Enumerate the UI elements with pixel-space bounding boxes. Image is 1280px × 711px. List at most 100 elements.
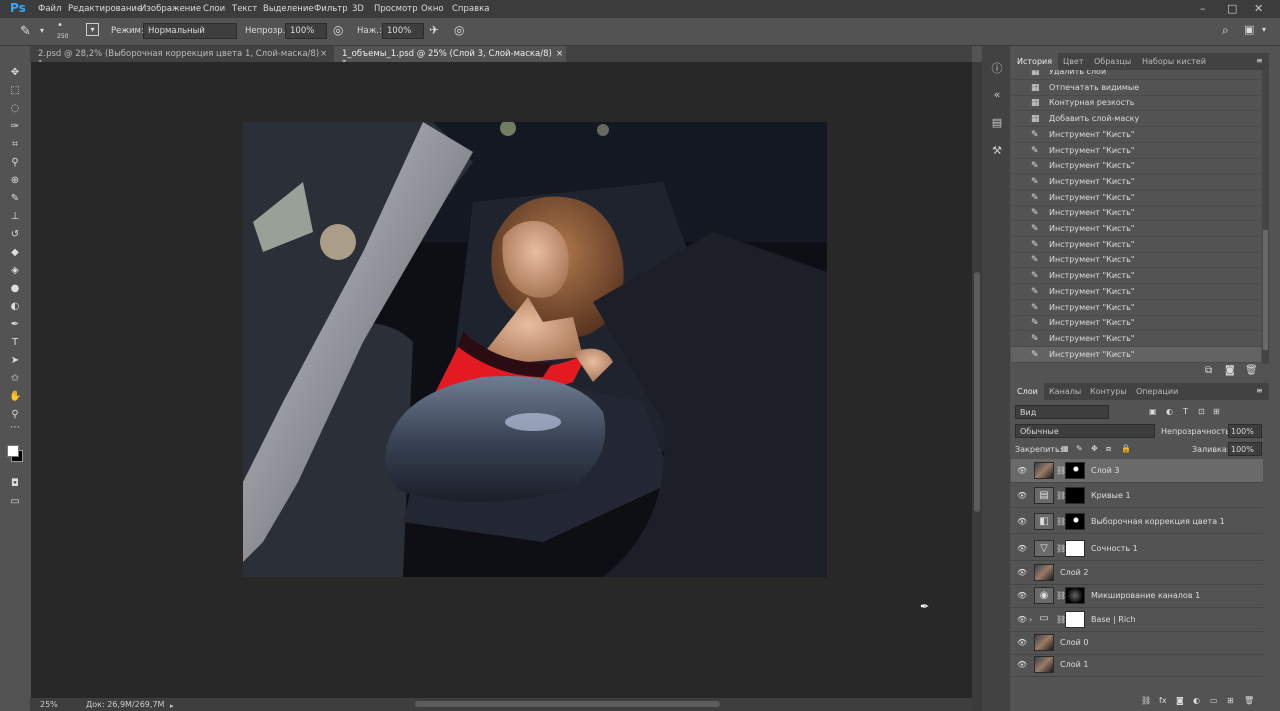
pressure-opacity-icon[interactable]: ◎: [333, 23, 343, 37]
history-state[interactable]: ✎ Инструмент "Кисть": [1011, 237, 1261, 253]
blend-mode-select[interactable]: Обычные: [1015, 424, 1155, 438]
new-group-icon[interactable]: ▭: [1210, 696, 1218, 705]
foreground-color-swatch[interactable]: [7, 445, 19, 457]
history-state[interactable]: ✎ Инструмент "Кисть": [1011, 190, 1261, 206]
lasso-tool-icon[interactable]: ◌: [9, 103, 21, 115]
menu-image[interactable]: Изображение: [140, 4, 201, 14]
layer-row[interactable]: 👁 ◧ ⛓ Выборочная коррекция цвета 1: [1011, 510, 1263, 534]
layer-name[interactable]: Base | Rich: [1091, 615, 1136, 624]
lock-all-icon[interactable]: 🔒: [1121, 444, 1131, 453]
new-layer-icon[interactable]: ⊞: [1227, 696, 1234, 705]
lock-position-icon[interactable]: ✥: [1091, 444, 1098, 453]
eraser-tool-icon[interactable]: ◆: [9, 247, 21, 259]
airbrush-icon[interactable]: ✈: [429, 23, 439, 37]
tab-actions[interactable]: Операции: [1130, 383, 1184, 400]
visibility-eye-icon[interactable]: 👁: [1017, 517, 1027, 526]
filter-type-icon[interactable]: T: [1183, 407, 1188, 416]
tab-channels[interactable]: Каналы: [1043, 383, 1087, 400]
hand-tool-icon[interactable]: ✋: [9, 391, 21, 403]
maximize-icon[interactable]: □: [1227, 2, 1237, 15]
lock-artboard-icon[interactable]: ⧈: [1106, 444, 1111, 454]
layer-name[interactable]: Сочность 1: [1091, 544, 1138, 553]
visibility-eye-icon[interactable]: 👁: [1017, 615, 1027, 624]
history-state[interactable]: ✎ Инструмент "Кисть": [1011, 174, 1261, 190]
workspace-icon[interactable]: ▣: [1244, 23, 1254, 36]
visibility-eye-icon[interactable]: 👁: [1017, 591, 1027, 600]
visibility-eye-icon[interactable]: 👁: [1017, 568, 1027, 577]
layer-opacity-field[interactable]: 100%: [1228, 424, 1262, 438]
layer-name[interactable]: Микширование каналов 1: [1091, 591, 1200, 600]
layer-mask-thumbnail[interactable]: [1065, 540, 1085, 557]
history-state[interactable]: ▦ Удалить слой: [1011, 70, 1261, 80]
expand-group-icon[interactable]: ›: [1029, 615, 1032, 624]
layer-thumbnail[interactable]: ◧: [1034, 513, 1054, 530]
tab-brush-presets[interactable]: Наборы кистей: [1136, 53, 1212, 70]
status-arrow-icon[interactable]: ▸: [170, 702, 174, 710]
healing-tool-icon[interactable]: ⊕: [9, 175, 21, 187]
lock-pixels-icon[interactable]: ✎: [1076, 444, 1083, 453]
brush-tool-icon[interactable]: ✎: [20, 24, 31, 39]
close-tab-icon[interactable]: ×: [556, 49, 563, 59]
panel-menu-icon[interactable]: ≡: [1256, 56, 1263, 65]
crop-tool-icon[interactable]: ⌗: [9, 139, 21, 151]
layer-mask-thumbnail[interactable]: [1065, 587, 1085, 604]
trash-icon[interactable]: 🗑: [1245, 365, 1258, 376]
link-layers-icon[interactable]: ⛓: [1141, 696, 1151, 705]
history-state[interactable]: ✎ Инструмент "Кисть": [1011, 221, 1261, 237]
menu-edit[interactable]: Редактирование: [68, 4, 142, 14]
layer-row[interactable]: 👁 ▤ ⛓ Кривые 1: [1011, 484, 1263, 508]
type-tool-icon[interactable]: T: [9, 337, 21, 349]
history-state[interactable]: ✎ Инструмент "Кисть": [1011, 268, 1261, 285]
layer-name[interactable]: Слой 3: [1091, 466, 1119, 475]
tab-paths[interactable]: Контуры: [1084, 383, 1133, 400]
layer-row[interactable]: 👁 Слой 0: [1011, 631, 1263, 655]
layer-thumbnail[interactable]: ▤: [1034, 487, 1054, 504]
eyedropper-tool-icon[interactable]: ⚲: [9, 157, 21, 169]
panel-menu-icon[interactable]: ≡: [1256, 386, 1263, 395]
history-scrollbar[interactable]: [1262, 70, 1269, 364]
snapshot-icon[interactable]: ◙: [1225, 365, 1235, 376]
zoom-level[interactable]: 25%: [40, 700, 58, 709]
layer-row[interactable]: 👁 ⛓ Слой 3: [1011, 459, 1263, 483]
adjustment-layer-icon[interactable]: ◐: [1193, 696, 1200, 705]
history-state[interactable]: ▦ Добавить слой-маску: [1011, 111, 1261, 128]
filter-adjustment-icon[interactable]: ◐: [1166, 407, 1173, 416]
history-state[interactable]: ✎ Инструмент "Кисть": [1011, 205, 1261, 222]
vertical-scrollbar[interactable]: [972, 62, 982, 711]
dropdown-arrow-icon[interactable]: ▾: [40, 26, 44, 35]
paint-bucket-icon[interactable]: ◈: [9, 265, 21, 277]
layer-name[interactable]: Кривые 1: [1091, 491, 1131, 500]
layer-name[interactable]: Слой 2: [1060, 568, 1088, 577]
history-state[interactable]: ✎ Инструмент "Кисть": [1011, 143, 1261, 159]
quick-select-tool-icon[interactable]: ✑: [9, 121, 21, 133]
layer-row[interactable]: 👁 Слой 1: [1011, 653, 1263, 677]
history-state[interactable]: ✎ Инструмент "Кисть": [1011, 300, 1261, 316]
menu-window[interactable]: Окно: [421, 4, 444, 14]
history-state[interactable]: ✎ Инструмент "Кисть": [1011, 158, 1261, 175]
pressure-field[interactable]: 100%: [382, 23, 424, 39]
move-tool-icon[interactable]: ✥: [9, 67, 21, 79]
marquee-tool-icon[interactable]: ⬚: [9, 85, 21, 97]
layer-mask-thumbnail[interactable]: [1065, 611, 1085, 628]
info-icon[interactable]: ⓘ: [990, 60, 1004, 75]
screen-mode-icon[interactable]: ▭: [9, 496, 21, 508]
layer-mask-thumbnail[interactable]: [1065, 487, 1085, 504]
document-image[interactable]: [243, 122, 827, 577]
history-state[interactable]: ✎ Инструмент "Кисть": [1011, 252, 1261, 269]
horizontal-scrollbar[interactable]: [415, 701, 720, 707]
history-brush-icon[interactable]: ↺: [9, 229, 21, 241]
layer-thumbnail[interactable]: [1034, 462, 1054, 479]
minimize-icon[interactable]: –: [1200, 2, 1206, 15]
menu-help[interactable]: Справка: [452, 4, 489, 14]
fill-field[interactable]: 100%: [1228, 442, 1262, 456]
collapse-icon[interactable]: «: [990, 88, 1004, 102]
visibility-eye-icon[interactable]: 👁: [1017, 660, 1027, 669]
tab-swatches[interactable]: Образцы: [1088, 53, 1137, 70]
brush-settings-icon[interactable]: ⚒: [990, 144, 1004, 158]
menu-select[interactable]: Выделение: [263, 4, 314, 14]
layer-thumbnail[interactable]: [1034, 564, 1054, 581]
visibility-eye-icon[interactable]: 👁: [1017, 466, 1027, 475]
history-state[interactable]: ✎ Инструмент "Кисть": [1011, 315, 1261, 332]
new-document-from-state-icon[interactable]: ⧉: [1205, 365, 1212, 376]
layer-name[interactable]: Слой 0: [1060, 638, 1088, 647]
